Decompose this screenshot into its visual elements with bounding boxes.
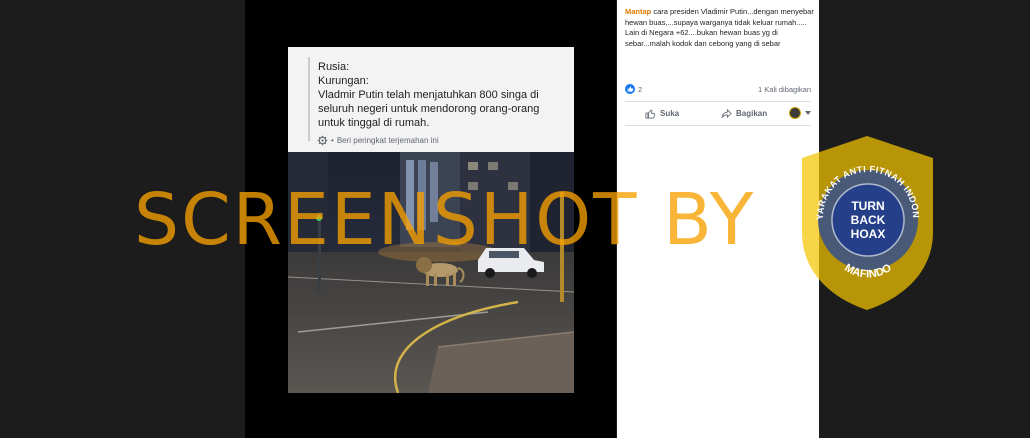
rate-translation-label: Beri peringkat terjemahan ini bbox=[336, 136, 439, 145]
like-reaction-icon bbox=[625, 84, 635, 94]
divider-top bbox=[625, 101, 811, 102]
audience-selector[interactable] bbox=[789, 107, 811, 119]
logo-hoax: HOAX bbox=[851, 227, 886, 241]
reaction-count-label: 2 bbox=[638, 84, 643, 94]
caption-text-1: cara presiden Vladimir Putin...dengan me… bbox=[625, 7, 814, 27]
post-line-1: Rusia: bbox=[318, 61, 350, 73]
post-caption: Mantap cara presiden Vladimir Putin...de… bbox=[625, 7, 817, 49]
reactions-row: 2 1 Kali dibagikan bbox=[625, 84, 811, 94]
share-button[interactable]: Bagikan bbox=[721, 108, 767, 119]
reaction-count[interactable]: 2 bbox=[625, 84, 642, 94]
like-label: Suka bbox=[660, 108, 680, 118]
mafindo-logo: MASYARAKAT ANTI FITNAH INDONESIA TURN BA… bbox=[795, 132, 933, 310]
thumbs-up-icon bbox=[645, 109, 656, 118]
rate-translation[interactable]: • Beri peringkat terjemahan ini bbox=[317, 135, 439, 146]
dot-separator: • bbox=[331, 136, 334, 145]
share-count[interactable]: 1 Kali dibagikan bbox=[758, 85, 811, 94]
avatar bbox=[789, 107, 801, 119]
like-button[interactable]: Suka bbox=[645, 108, 679, 119]
share-label: Bagikan bbox=[736, 108, 768, 118]
share-arrow-icon bbox=[721, 108, 732, 118]
chevron-down-icon bbox=[805, 111, 811, 115]
quote-bar bbox=[308, 57, 310, 141]
post-line-2: Kurungan: bbox=[318, 75, 369, 87]
caption-text-2: Lain di Negara +62....bukan hewan buas y… bbox=[625, 28, 781, 48]
post-text: Rusia: Kurungan: Vladmir Putin telah men… bbox=[318, 60, 568, 130]
divider-bottom bbox=[625, 125, 811, 126]
logo-back: BACK bbox=[851, 213, 886, 227]
translated-post-card: Rusia: Kurungan: Vladmir Putin telah men… bbox=[288, 47, 574, 152]
gear-icon bbox=[317, 135, 328, 146]
screenshot-watermark: SCREENSHOT BY bbox=[134, 178, 756, 261]
logo-turn: TURN bbox=[851, 199, 884, 213]
post-actions: Suka Bagikan bbox=[625, 104, 811, 122]
post-line-3: Vladmir Putin telah menjatuhkan 800 sing… bbox=[318, 89, 540, 129]
author-name[interactable]: Mantap bbox=[625, 7, 651, 16]
